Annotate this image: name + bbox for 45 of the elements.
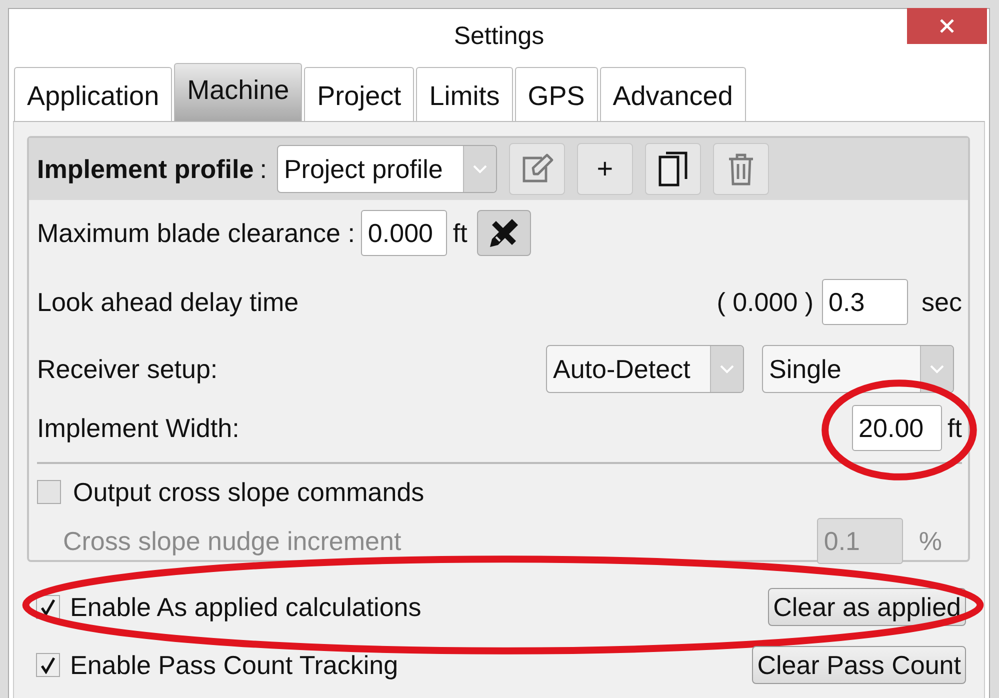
- field-label: Cross slope nudge increment: [63, 526, 402, 556]
- trash-icon: [726, 152, 755, 186]
- add-button[interactable]: +: [576, 143, 633, 195]
- tab[interactable]: Project: [304, 67, 414, 121]
- receiver-dropdown[interactable]: Auto-Detect: [546, 345, 744, 393]
- field-label: Implement Width:: [37, 412, 240, 444]
- checkbox-label: Output cross slope commands: [73, 476, 424, 508]
- unit-label: sec: [922, 286, 962, 318]
- check-icon: [40, 598, 56, 616]
- close-icon: [939, 18, 955, 34]
- checkbox[interactable]: [37, 480, 61, 504]
- checkbox[interactable]: [36, 653, 60, 677]
- tab[interactable]: GPS: [514, 67, 598, 121]
- check-icon: [40, 656, 56, 674]
- tab[interactable]: Application: [14, 67, 172, 121]
- chevron-icon: [929, 364, 945, 374]
- checkbox-label: Enable Pass Count Tracking: [70, 650, 398, 680]
- tab[interactable]: Advanced: [600, 67, 746, 121]
- unit-label: ft: [452, 218, 468, 248]
- close-button[interactable]: [907, 8, 987, 44]
- field-label: Look ahead delay time: [37, 286, 299, 318]
- copy-icon: [658, 151, 688, 187]
- tab[interactable]: Machine: [174, 63, 302, 121]
- field-label: Maximum blade clearance :: [37, 218, 355, 248]
- chevron-icon: [472, 164, 488, 174]
- clear-button[interactable]: Clear as applied: [768, 588, 966, 626]
- clearance-field[interactable]: 0.000: [360, 210, 447, 256]
- reading-label: ( 0.000 ): [716, 286, 814, 318]
- profile-dropdown[interactable]: Project profile: [276, 145, 497, 193]
- copy-button[interactable]: [644, 143, 701, 195]
- colon-label: :: [260, 154, 267, 184]
- measure-button[interactable]: [477, 210, 532, 256]
- chevron-icon: [719, 364, 735, 374]
- tab[interactable]: Limits: [416, 67, 513, 121]
- window-title: Settings: [454, 22, 544, 50]
- profile-label: Implement profile: [37, 154, 254, 184]
- clear-button[interactable]: Clear Pass Count: [752, 646, 966, 684]
- unit-label: ft: [948, 412, 962, 444]
- pencil-ruler-icon: [488, 217, 520, 249]
- field-label: Receiver setup:: [37, 354, 218, 384]
- receiver-dropdown[interactable]: Single: [762, 345, 954, 393]
- delay-field[interactable]: 0.3: [822, 279, 908, 325]
- checkbox-label: Enable As applied calculations: [70, 592, 422, 622]
- width-field[interactable]: 20.00: [852, 405, 942, 451]
- unit-label: %: [918, 526, 942, 556]
